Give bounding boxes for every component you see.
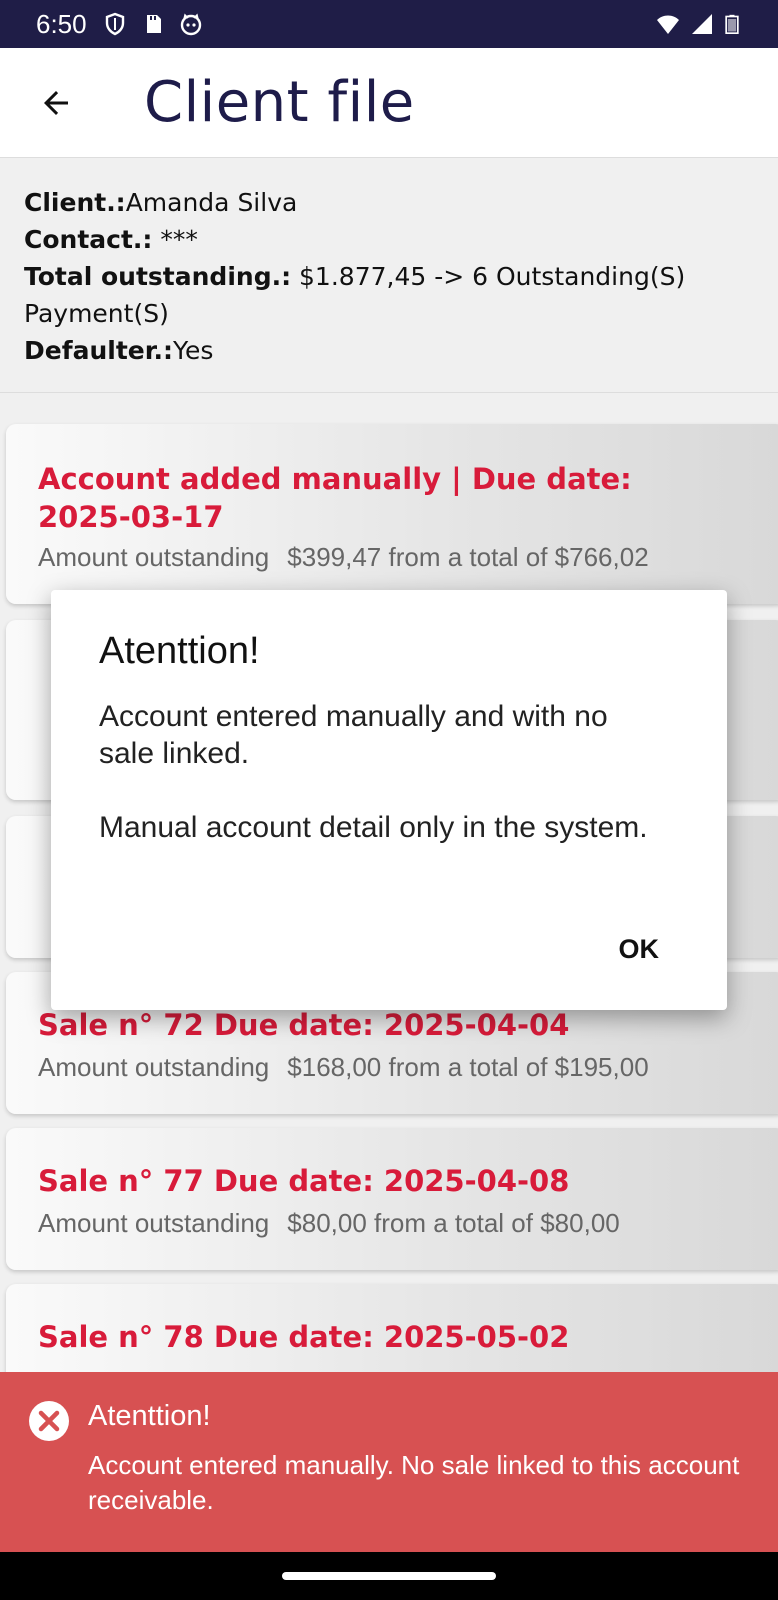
status-icons-left bbox=[103, 12, 203, 36]
defaulter-row: Defaulter.:Yes bbox=[24, 332, 754, 369]
amount-value: $80,00 from a total of $80,00 bbox=[287, 1208, 620, 1238]
defaulter-label: Defaulter.: bbox=[24, 336, 173, 365]
client-name: Amanda Silva bbox=[125, 188, 298, 217]
amount-value: $399,47 from a total of $766,02 bbox=[287, 542, 649, 572]
divider bbox=[0, 392, 778, 393]
close-circle-icon[interactable] bbox=[28, 1400, 70, 1442]
sd-card-icon bbox=[146, 15, 161, 33]
dialog-title: Atenttion! bbox=[99, 630, 260, 672]
shield-icon bbox=[105, 12, 124, 36]
signal-icon bbox=[692, 14, 712, 34]
wifi-icon bbox=[657, 15, 679, 34]
amount-label: Amount outstanding bbox=[38, 1208, 270, 1238]
total-outstanding-row: Total outstanding.: $1.877,45 -> 6 Outst… bbox=[24, 258, 754, 332]
amount-value: $168,00 from a total of $195,00 bbox=[287, 1052, 649, 1082]
contact-label: Contact.: bbox=[24, 225, 153, 254]
status-time: 6:50 bbox=[36, 8, 87, 39]
snackbar-title: Atenttion! bbox=[88, 1400, 211, 1432]
navigation-bar bbox=[0, 1552, 778, 1600]
status-bar: 6:50 bbox=[0, 0, 778, 48]
account-amount: Amount outstanding $399,47 from a total o… bbox=[38, 542, 649, 573]
client-label: Client.: bbox=[24, 188, 126, 217]
account-card[interactable]: Sale n° 77 Due date: 2025-04-08 Amount o… bbox=[6, 1128, 778, 1270]
arrow-back-icon bbox=[44, 90, 68, 115]
status-icons-right bbox=[654, 12, 742, 36]
ok-button[interactable]: OK bbox=[619, 934, 660, 965]
dialog-message: Account entered manually and with no sal… bbox=[99, 700, 648, 844]
defaulter-value: Yes bbox=[173, 336, 214, 365]
back-button[interactable] bbox=[28, 75, 84, 131]
account-card[interactable]: Account added manually | Due date: 2025-… bbox=[6, 424, 778, 604]
account-title: Sale n° 78 Due date: 2025-05-02 bbox=[38, 1320, 570, 1354]
account-amount: Amount outstanding $80,00 from a total of… bbox=[38, 1208, 620, 1239]
total-outstanding-label: Total outstanding.: bbox=[24, 262, 292, 291]
client-name-row: Client.:Amanda Silva bbox=[24, 184, 754, 221]
error-snackbar[interactable]: Atenttion! Account entered manually. No … bbox=[0, 1372, 778, 1552]
cat-icon bbox=[180, 13, 201, 36]
account-title: Account added manually | Due date: 2025-… bbox=[38, 462, 632, 534]
app-bar: Client file bbox=[0, 48, 778, 158]
contact-value: *** bbox=[152, 225, 198, 254]
contact-row: Contact.: *** bbox=[24, 221, 754, 258]
account-title: Sale n° 77 Due date: 2025-04-08 bbox=[38, 1164, 570, 1198]
amount-label: Amount outstanding bbox=[38, 1052, 270, 1082]
battery-icon bbox=[725, 14, 739, 34]
page-title: Client file bbox=[144, 70, 415, 135]
account-title: Sale n° 72 Due date: 2025-04-04 bbox=[38, 1008, 570, 1042]
amount-label: Amount outstanding bbox=[38, 542, 270, 572]
home-handle[interactable] bbox=[282, 1572, 496, 1580]
client-summary: Client.:Amanda Silva Contact.: *** Total… bbox=[24, 184, 754, 369]
snackbar-message: Account entered manually. No sale linked… bbox=[88, 1450, 740, 1515]
alert-dialog: Atenttion! Account entered manually and … bbox=[51, 590, 727, 1010]
account-amount: Amount outstanding $168,00 from a total o… bbox=[38, 1052, 649, 1083]
